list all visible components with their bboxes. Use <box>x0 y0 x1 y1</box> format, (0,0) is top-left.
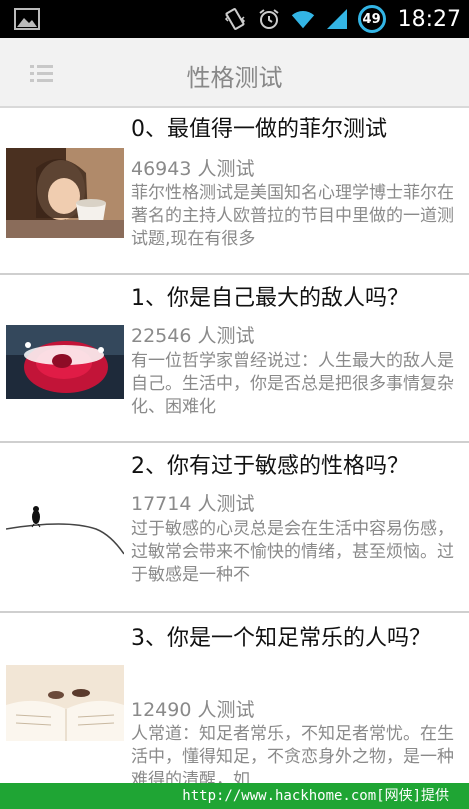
test-count: 12490 人测试 <box>131 699 255 721</box>
item-description: 菲尔性格测试是美国知名心理学博士菲尔在著名的主持人欧普拉的节目中里做的一道测试题… <box>131 183 454 249</box>
thumbnail-image <box>6 499 124 569</box>
thumbnail-image <box>6 665 124 741</box>
test-count: 46943 人测试 <box>131 158 255 180</box>
list-item[interactable]: 2、你有过于敏感的性格吗？ 17714 人测试 过于敏感的心灵总是会在生活中容易… <box>0 443 469 613</box>
alarm-icon <box>256 6 282 32</box>
item-title: 1、你是自己最大的敌人吗？ <box>131 286 409 311</box>
battery-icon: 49 <box>357 5 386 33</box>
item-description: 过于敏感的心灵总是会在生活中容易伤感，过敏常会带来不愉快的情绪，甚至烦恼。过于敏… <box>131 519 454 585</box>
footer-watermark: http://www.hackhome.com[网侠]提供 <box>0 783 469 809</box>
wifi-icon <box>290 6 316 32</box>
test-count: 17714 人测试 <box>131 493 255 515</box>
item-title: 3、你是一个知足常乐的人吗？ <box>131 626 431 651</box>
image-icon <box>14 8 40 30</box>
thumbnail-image <box>6 148 124 238</box>
list-item[interactable]: 0、最值得一做的菲尔测试 46943 人测试 菲尔性格测试是美国知名心理学博士菲… <box>0 108 469 275</box>
list-item[interactable]: 3、你是一个知足常乐的人吗？ 12490 人测试 人常道：知足者常乐，不知足者常… <box>0 613 469 803</box>
page-title: 性格测试 <box>186 64 283 92</box>
clock: 18:27 <box>397 6 461 32</box>
item-title: 0、最值得一做的菲尔测试 <box>131 117 387 142</box>
test-list: 0、最值得一做的菲尔测试 46943 人测试 菲尔性格测试是美国知名心理学博士菲… <box>0 108 469 803</box>
action-bar: 性格测试 <box>0 38 469 108</box>
list-item[interactable]: 1、你是自己最大的敌人吗？ 22546 人测试 有一位哲学家曾经说过：人生最大的… <box>0 275 469 443</box>
item-description: 人常道：知足者常乐，不知足者常忧。在生活中，懂得知足，不贪恋身外之物，是一种难得… <box>131 724 454 788</box>
item-title: 2、你有过于敏感的性格吗？ <box>131 454 409 479</box>
test-count: 22546 人测试 <box>131 325 255 347</box>
status-bar: 49 18:27 <box>0 0 469 38</box>
item-description: 有一位哲学家曾经说过：人生最大的敌人是自己。生活中，你是否总是把很多事情复杂化、… <box>131 351 454 417</box>
signal-icon <box>324 6 350 32</box>
thumbnail-image <box>6 325 124 399</box>
vibrate-icon <box>222 6 248 32</box>
